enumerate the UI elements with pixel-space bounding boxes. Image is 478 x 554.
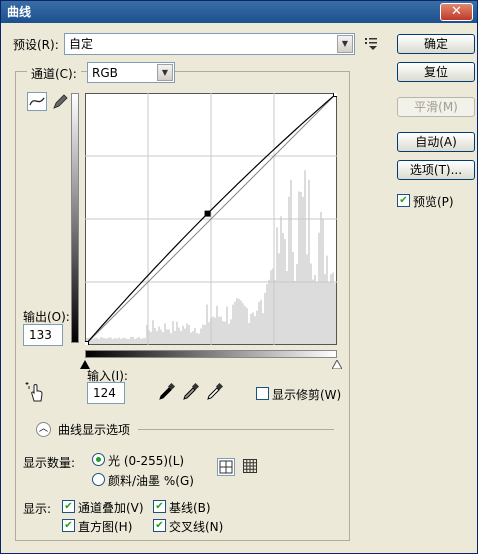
smooth-button[interactable]: 平滑(M) [397,97,475,117]
collapse-chevron-icon[interactable]: ︿ [36,422,51,437]
curve-graph[interactable] [85,93,337,345]
intersection-checkbox[interactable]: ✔ [153,519,166,532]
light-radio-label: 光 (0-255)(L) [108,454,185,468]
pencil-tool-icon[interactable] [51,93,69,111]
channel-label: 通道(C): [27,65,81,82]
ok-button[interactable]: 确定 [397,34,475,54]
curve-options-label: 曲线显示选项 [58,423,131,437]
intersection-label: 交叉线(N) [169,520,224,534]
detailed-grid-icon[interactable] [241,458,259,476]
baseline-label: 基线(B) [169,501,211,515]
curves-dialog: 曲线 ✕ 预设(R): 自定 ▼ 确定 复位 平滑(M) 自动(A) 选项(T)… [0,0,478,554]
gray-eyedropper-icon[interactable] [182,382,200,401]
input-gradient-bar [85,350,337,358]
show-amount-label: 显示数量: [23,456,76,470]
show-clipping-label: 显示修剪(W) [272,388,342,402]
control-point-selected [204,210,211,217]
light-radio[interactable] [92,453,105,466]
channel-value: RGB [92,66,118,80]
pigment-radio[interactable] [92,473,105,486]
options-divider [138,429,334,430]
baseline-checkbox[interactable]: ✔ [153,500,166,513]
output-field[interactable]: 133 [23,324,63,346]
auto-button[interactable]: 自动(A) [397,132,475,152]
input-field[interactable]: 124 [87,382,125,404]
black-eyedropper-icon[interactable] [158,382,176,401]
close-button[interactable]: ✕ [440,3,473,21]
output-gradient-bar [71,93,79,343]
chevron-down-icon: ▼ [337,35,353,53]
window-title: 曲线 [7,5,32,19]
channel-overlay-checkbox[interactable]: ✔ [62,500,75,513]
histogram-label: 直方图(H) [78,520,133,534]
pigment-radio-label: 颜料/油墨 %(G) [108,474,194,488]
preset-dropdown[interactable]: 自定 ▼ [64,33,355,55]
channel-dropdown[interactable]: RGB ▼ [87,62,175,83]
histogram-checkbox[interactable]: ✔ [62,519,75,532]
preset-value: 自定 [69,37,94,51]
simple-grid-icon[interactable] [217,458,235,476]
output-label: 输出(O): [23,310,70,324]
preview-label: 预览(P) [413,195,454,209]
preset-label: 预设(R): [13,38,59,52]
show-clipping-checkbox[interactable] [256,387,269,400]
curve-tool-icon[interactable] [27,92,47,111]
options-button[interactable]: 选项(T)... [397,160,475,180]
on-image-adjust-icon[interactable] [25,381,47,403]
show-label: 显示: [23,502,52,516]
chevron-down-icon: ▼ [157,64,173,81]
reset-button[interactable]: 复位 [397,62,475,82]
white-point-slider[interactable] [331,358,343,372]
title-bar[interactable]: 曲线 ✕ [1,1,477,23]
control-point-end [333,93,337,97]
preview-checkbox[interactable]: ✔ [397,194,410,207]
channel-overlay-label: 通道叠加(V) [78,501,144,515]
preset-menu-icon[interactable] [363,35,379,51]
white-eyedropper-icon[interactable] [206,382,224,401]
control-point-start [85,341,89,345]
